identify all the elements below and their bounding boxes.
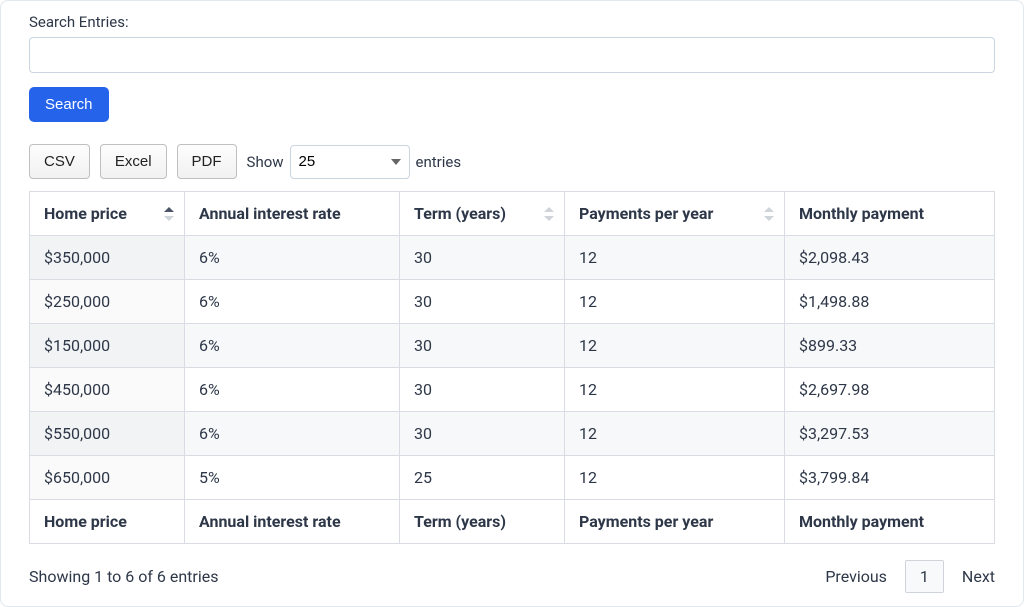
search-input[interactable] — [29, 37, 995, 73]
table-row: $450,000 6% 30 12 $2,697.98 — [30, 368, 995, 412]
col-term[interactable]: Term (years) — [400, 192, 565, 236]
cell-ppy: 12 — [565, 456, 785, 500]
cell-term: 25 — [400, 456, 565, 500]
cell-annual-rate: 5% — [185, 456, 400, 500]
length-select[interactable]: 25 — [290, 145, 410, 179]
col-ppy-label: Payments per year — [579, 204, 713, 223]
foot-term: Term (years) — [400, 500, 565, 544]
table-footer-row: Home price Annual interest rate Term (ye… — [30, 500, 995, 544]
col-home-price-label: Home price — [44, 204, 127, 223]
cell-home-price: $450,000 — [30, 368, 185, 412]
cell-home-price: $150,000 — [30, 324, 185, 368]
table-row: $550,000 6% 30 12 $3,297.53 — [30, 412, 995, 456]
foot-home-price: Home price — [30, 500, 185, 544]
cell-monthly: $3,799.84 — [785, 456, 995, 500]
cell-term: 30 — [400, 368, 565, 412]
cell-annual-rate: 6% — [185, 324, 400, 368]
table-row: $250,000 6% 30 12 $1,498.88 — [30, 280, 995, 324]
col-annual-rate-label: Annual interest rate — [199, 204, 341, 223]
cell-monthly: $2,098.43 — [785, 236, 995, 280]
page-length: Show 25 entries — [247, 145, 462, 179]
table-row: $150,000 6% 30 12 $899.33 — [30, 324, 995, 368]
cell-term: 30 — [400, 324, 565, 368]
cell-term: 30 — [400, 412, 565, 456]
col-monthly-payment[interactable]: Monthly payment — [785, 192, 995, 236]
foot-annual-rate: Annual interest rate — [185, 500, 400, 544]
col-home-price[interactable]: Home price — [30, 192, 185, 236]
table-header-row: Home price Annual interest rate Term (ye… — [30, 192, 995, 236]
foot-ppy: Payments per year — [565, 500, 785, 544]
cell-home-price: $250,000 — [30, 280, 185, 324]
length-show-label: Show — [247, 153, 284, 171]
toolbar: CSV Excel PDF Show 25 entries — [29, 144, 995, 179]
export-csv-button[interactable]: CSV — [29, 144, 90, 179]
search-button[interactable]: Search — [29, 87, 109, 122]
cell-monthly: $2,697.98 — [785, 368, 995, 412]
sort-both-icon — [764, 207, 774, 221]
cell-annual-rate: 6% — [185, 236, 400, 280]
page: Search Entries: Search CSV Excel PDF Sho… — [0, 0, 1024, 607]
col-annual-rate[interactable]: Annual interest rate — [185, 192, 400, 236]
col-payments-per-year[interactable]: Payments per year — [565, 192, 785, 236]
cell-monthly: $1,498.88 — [785, 280, 995, 324]
cell-ppy: 12 — [565, 324, 785, 368]
cell-ppy: 12 — [565, 236, 785, 280]
sort-both-icon — [544, 207, 554, 221]
pager-next[interactable]: Next — [962, 567, 995, 586]
cell-annual-rate: 6% — [185, 412, 400, 456]
cell-ppy: 12 — [565, 280, 785, 324]
length-entries-label: entries — [416, 153, 462, 171]
cell-home-price: $350,000 — [30, 236, 185, 280]
cell-home-price: $650,000 — [30, 456, 185, 500]
cell-monthly: $3,297.53 — [785, 412, 995, 456]
cell-monthly: $899.33 — [785, 324, 995, 368]
cell-annual-rate: 6% — [185, 368, 400, 412]
col-term-label: Term (years) — [414, 204, 506, 223]
cell-home-price: $550,000 — [30, 412, 185, 456]
pager-page-1[interactable]: 1 — [905, 560, 944, 593]
foot-monthly: Monthly payment — [785, 500, 995, 544]
table-row: $650,000 5% 25 12 $3,799.84 — [30, 456, 995, 500]
cell-annual-rate: 6% — [185, 280, 400, 324]
col-monthly-label: Monthly payment — [799, 204, 924, 223]
cell-term: 30 — [400, 236, 565, 280]
sort-asc-icon — [164, 207, 174, 221]
cell-term: 30 — [400, 280, 565, 324]
table-row: $350,000 6% 30 12 $2,098.43 — [30, 236, 995, 280]
table-footer: Showing 1 to 6 of 6 entries Previous 1 N… — [29, 560, 995, 593]
cell-ppy: 12 — [565, 368, 785, 412]
table-info: Showing 1 to 6 of 6 entries — [29, 567, 218, 586]
export-pdf-button[interactable]: PDF — [177, 144, 237, 179]
table-body: $350,000 6% 30 12 $2,098.43 $250,000 6% … — [30, 236, 995, 500]
cell-ppy: 12 — [565, 412, 785, 456]
export-excel-button[interactable]: Excel — [100, 144, 167, 179]
data-table: Home price Annual interest rate Term (ye… — [29, 191, 995, 544]
pager: Previous 1 Next — [825, 560, 995, 593]
search-label: Search Entries: — [29, 13, 995, 31]
pager-previous[interactable]: Previous — [825, 567, 887, 586]
